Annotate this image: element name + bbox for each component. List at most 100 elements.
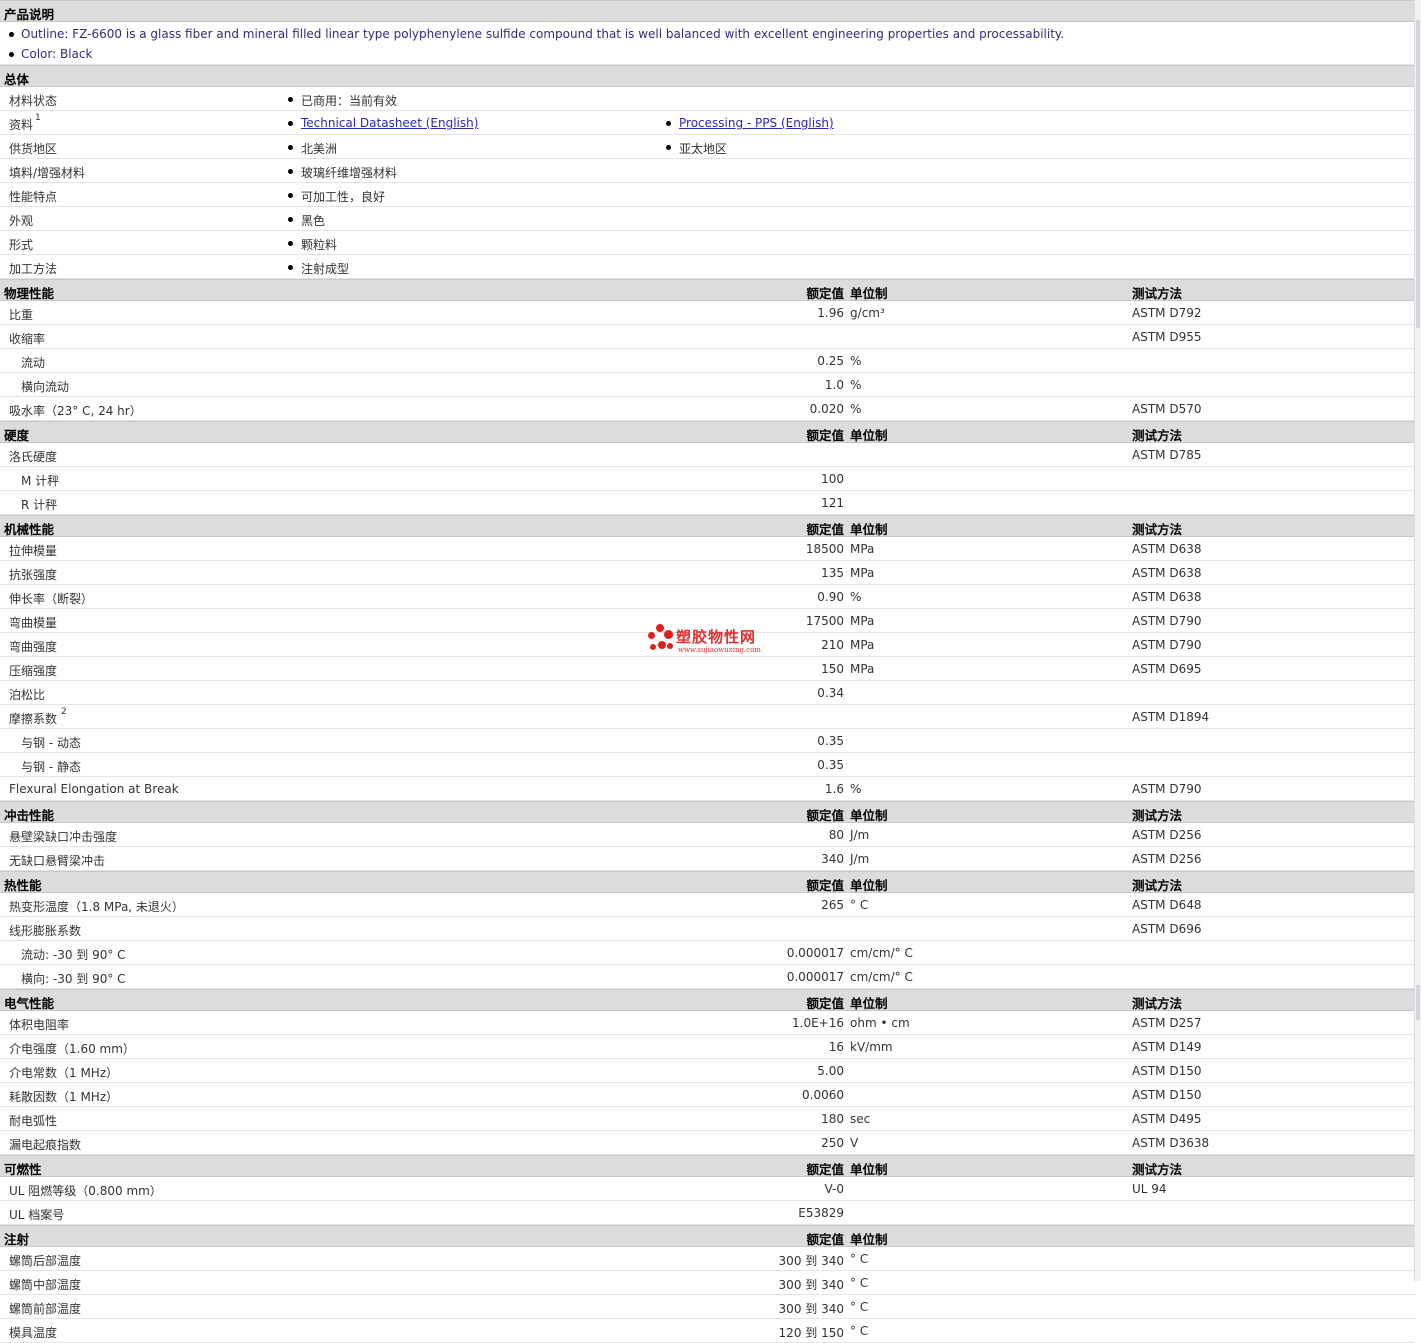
column-header-test: 测试方法	[1132, 878, 1183, 893]
property-unit: V	[850, 1136, 859, 1150]
bullet-icon	[288, 145, 293, 150]
footnote-marker: 2	[61, 707, 67, 717]
property-row: 介电常数（1 MHz） 5.00 ASTM D150	[0, 1059, 1415, 1083]
column-header-value: 额定值	[806, 522, 844, 537]
property-row: 耗散因数（1 MHz） 0.0060 ASTM D150	[0, 1083, 1415, 1107]
property-row: M 计秤 100	[0, 467, 1415, 491]
general-row: 形式 颗粒料	[0, 231, 1415, 255]
property-label: R 计秤	[21, 498, 58, 512]
description-header: 产品说明	[0, 0, 1415, 22]
general-row-label: 外观	[9, 214, 34, 228]
bullet-icon	[288, 193, 293, 198]
property-label: 介电常数（1 MHz）	[9, 1066, 119, 1080]
general-row-value: 已商用：当前有效	[301, 94, 398, 108]
property-label: 流动	[21, 356, 46, 370]
datasheet: 产品说明 Outline: FZ-6600 is a glass fiber a…	[0, 0, 1415, 1343]
property-value: 0.000017	[786, 970, 844, 984]
section-title: 热性能	[4, 878, 42, 893]
property-value: 120 到 150	[778, 1326, 844, 1340]
property-label: M 计秤	[21, 474, 60, 488]
property-row: 伸长率（断裂） 0.90% ASTM D638	[0, 585, 1415, 609]
property-row: Flexural Elongation at Break 1.6% ASTM D79…	[0, 777, 1415, 801]
property-label: 比重	[9, 308, 34, 322]
general-header: 总体	[0, 65, 1415, 87]
property-value: 5.00	[817, 1064, 844, 1078]
property-row: 无缺口悬臂梁冲击 340 J/m ASTM D256	[0, 847, 1415, 871]
section-header: 机械性能 额定值 单位制 测试方法	[0, 515, 1415, 537]
property-value: 0.25	[817, 354, 844, 368]
datasheet-link[interactable]: Processing - PPS (English)	[679, 116, 834, 130]
property-row: UL 阻燃等级（0.800 mm） V-0 UL 94	[0, 1177, 1415, 1201]
general-table: 材料状态 已商用：当前有效 资料 1 Technical Datasheet (Engl…	[0, 87, 1415, 279]
property-unit: J/m	[850, 828, 870, 842]
column-header-test: 测试方法	[1132, 808, 1183, 823]
property-value: 121	[821, 496, 844, 510]
general-row-value: 注射成型	[301, 262, 350, 276]
property-row: 横向流动 1.0%	[0, 373, 1415, 397]
property-label: 介电强度（1.60 mm）	[9, 1042, 135, 1056]
property-label: 与钢 - 动态	[21, 736, 81, 750]
property-row: 拉伸模量 18500 MPa ASTM D638	[0, 537, 1415, 561]
general-row-value: 颗粒料	[301, 238, 338, 252]
property-row: R 计秤 121	[0, 491, 1415, 515]
property-unit: %	[850, 354, 862, 368]
property-label: 模具温度	[9, 1326, 58, 1340]
general-row: 加工方法 注射成型	[0, 255, 1415, 279]
property-row: 与钢 - 静态 0.35	[0, 753, 1415, 777]
property-label: 横向: -30 到 90° C	[21, 972, 126, 986]
scrollbar-thumb-secondary[interactable]	[1416, 985, 1420, 1020]
column-header-unit: 单位制	[850, 1232, 888, 1247]
property-test-method: ASTM D495	[1132, 1112, 1202, 1126]
property-value: 0.000017	[786, 946, 844, 960]
property-row: 热变形温度（1.8 MPa, 未退火） 265 ° C ASTM D648	[0, 893, 1415, 917]
bullet-icon	[288, 241, 293, 246]
property-test-method: ASTM D149	[1132, 1040, 1202, 1054]
section-title: 硬度	[4, 428, 30, 443]
property-unit: kV/mm	[850, 1040, 893, 1054]
property-unit: %	[850, 782, 862, 796]
property-label: 横向流动	[21, 380, 70, 394]
property-value: 210	[821, 638, 844, 652]
bullet-icon	[288, 121, 293, 126]
property-value: 18500	[805, 542, 844, 556]
property-value: 250	[821, 1136, 844, 1150]
property-row: 体积电阻率 1.0E+16 ohm • cm ASTM D257	[0, 1011, 1415, 1035]
property-unit: %	[850, 402, 862, 416]
column-header-unit: 单位制	[850, 996, 888, 1011]
property-label: 洛氏硬度	[9, 450, 58, 464]
watermark-title: 塑胶物性网	[676, 628, 757, 646]
property-unit: %	[850, 590, 862, 604]
property-label: 漏电起痕指数	[9, 1138, 82, 1152]
general-row-label: 填料/增强材料	[9, 166, 86, 180]
property-row: UL 档案号 E53829	[0, 1201, 1415, 1225]
property-sections: 物理性能 额定值 单位制 测试方法 比重 1.96 g/cm³ ASTM D792 收缩率 AST…	[0, 279, 1415, 1343]
property-row: 横向: -30 到 90° C 0.000017 cm/cm/° C	[0, 965, 1415, 989]
property-label: Flexural Elongation at Break	[9, 782, 179, 796]
property-value: 340	[821, 852, 844, 866]
bullet-icon	[288, 217, 293, 222]
property-test-method: ASTM D790	[1132, 782, 1202, 796]
datasheet-link[interactable]: Technical Datasheet (English)	[301, 116, 478, 130]
scrollbar-thumb[interactable]	[1416, 20, 1420, 328]
property-unit: cm/cm/° C	[850, 946, 913, 960]
section-header: 硬度 额定值 单位制 测试方法	[0, 421, 1415, 443]
general-row-value: 北美洲	[301, 142, 338, 156]
section-header: 物理性能 额定值 单位制 测试方法	[0, 279, 1415, 301]
property-test-method: ASTM D648	[1132, 898, 1202, 912]
section-header: 可燃性 额定值 单位制 测试方法	[0, 1155, 1415, 1177]
property-test-method: ASTM D695	[1132, 662, 1202, 676]
property-test-method: ASTM D790	[1132, 638, 1202, 652]
vertical-scrollbar[interactable]	[1414, 0, 1421, 1281]
general-row-value: 亚太地区	[679, 142, 728, 156]
general-title: 总体	[4, 72, 30, 87]
property-unit: J/m	[850, 852, 870, 866]
property-unit: MPa	[850, 566, 875, 580]
property-label: 体积电阻率	[9, 1018, 70, 1032]
property-row: 压缩强度 150 MPa ASTM D695	[0, 657, 1415, 681]
column-header-value: 额定值	[806, 878, 844, 893]
property-row: 泊松比 0.34	[0, 681, 1415, 705]
property-value: 0.35	[817, 758, 844, 772]
column-header-test: 测试方法	[1132, 522, 1183, 537]
property-row: 比重 1.96 g/cm³ ASTM D792	[0, 301, 1415, 325]
bullet-icon	[288, 97, 293, 102]
